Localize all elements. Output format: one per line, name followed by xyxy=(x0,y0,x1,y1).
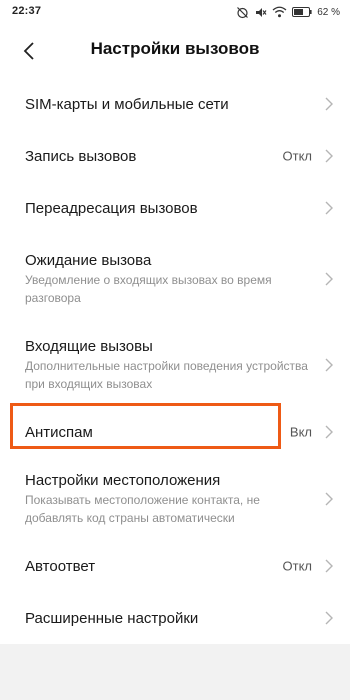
item-title: SIM-карты и мобильные сети xyxy=(25,95,229,113)
chevron-right-icon xyxy=(325,559,333,573)
chevron-right-icon xyxy=(325,358,333,372)
status-icons: 62 % xyxy=(236,4,340,20)
wifi-icon xyxy=(272,6,287,18)
item-title: Расширенные настройки xyxy=(25,609,199,627)
chevron-right-icon xyxy=(325,149,333,163)
item-title: Входящие вызовы xyxy=(25,337,153,355)
incoming-calls-item[interactable]: Входящие вызовы Дополнительные настройки… xyxy=(0,324,350,406)
sim-cards-item[interactable]: SIM-карты и мобильные сети xyxy=(0,78,350,130)
page-title: Настройки вызовов xyxy=(90,39,260,58)
alarm-off-icon xyxy=(236,6,249,19)
chevron-right-icon xyxy=(325,97,333,111)
item-value: Откл xyxy=(282,148,313,164)
call-waiting-item[interactable]: Ожидание вызова Уведомление о входящих в… xyxy=(0,234,350,324)
chevron-right-icon xyxy=(325,492,333,506)
advanced-settings-item[interactable]: Расширенные настройки xyxy=(0,592,350,644)
chevron-right-icon xyxy=(325,272,333,286)
item-value: Откл xyxy=(282,558,313,574)
item-value: Вкл xyxy=(289,424,312,440)
item-title: Переадресация вызовов xyxy=(25,199,198,217)
chevron-right-icon xyxy=(325,425,333,439)
call-recording-item[interactable]: Запись вызовов Откл xyxy=(0,130,350,182)
item-description: Показывать местоположение контакта, не д… xyxy=(25,492,260,525)
call-forwarding-item[interactable]: Переадресация вызовов xyxy=(0,182,350,234)
battery-icon xyxy=(292,7,312,17)
auto-answer-item[interactable]: Автоответ Откл xyxy=(0,540,350,592)
item-description: Дополнительные настройки поведения устро… xyxy=(25,358,308,391)
item-title: Ожидание вызова xyxy=(25,251,152,269)
item-title: Настройки местоположения xyxy=(25,471,221,489)
battery-percent: 62 % xyxy=(317,6,340,18)
item-title: Автоответ xyxy=(25,557,96,575)
antispam-item[interactable]: Антиспам Вкл xyxy=(0,406,350,458)
status-bar: 22:37 62 % xyxy=(0,0,350,24)
settings-list: SIM-карты и мобильные сети Запись вызово… xyxy=(0,78,350,644)
chevron-right-icon xyxy=(325,611,333,625)
location-settings-item[interactable]: Настройки местоположения Показывать мест… xyxy=(0,458,350,540)
mute-icon xyxy=(254,6,267,19)
item-description: Уведомление о входящих вызовах во время … xyxy=(25,272,272,305)
chevron-right-icon xyxy=(325,201,333,215)
item-title: Антиспам xyxy=(25,423,93,441)
status-time: 22:37 xyxy=(12,5,42,17)
item-title: Запись вызовов xyxy=(25,147,137,165)
app-header: Настройки вызовов xyxy=(0,24,350,78)
